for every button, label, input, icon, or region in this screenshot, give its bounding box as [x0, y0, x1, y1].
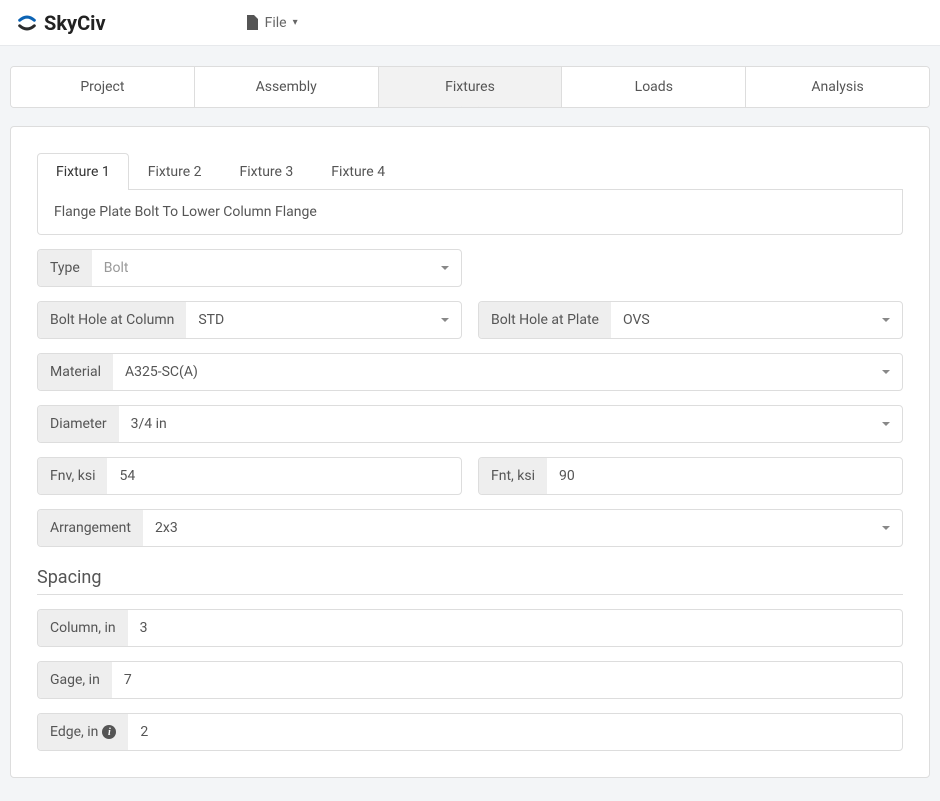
- spacing-column-input-wrap: [128, 610, 902, 646]
- diameter-value: 3/4 in: [131, 416, 167, 432]
- spacing-column-label: Column, in: [38, 610, 128, 646]
- material-value: A325-SC(A): [125, 364, 198, 380]
- brand-icon: [16, 12, 38, 34]
- fnv-input-wrap: [107, 458, 461, 494]
- tab-fixtures[interactable]: Fixtures: [379, 67, 563, 107]
- bolt-hole-plate-value: OVS: [623, 312, 650, 328]
- spacing-gage-input-wrap: [112, 662, 902, 698]
- main-tabs: Project Assembly Fixtures Loads Analysis: [10, 66, 930, 108]
- bolt-hole-plate-field: Bolt Hole at Plate OVS: [478, 301, 903, 339]
- fixture-description: Flange Plate Bolt To Lower Column Flange: [37, 190, 903, 235]
- tab-loads[interactable]: Loads: [562, 67, 746, 107]
- arrangement-field: Arrangement 2x3: [37, 509, 903, 547]
- chevron-down-icon: [882, 370, 890, 374]
- fnt-label: Fnt, ksi: [479, 458, 547, 494]
- bolt-hole-column-select[interactable]: STD: [186, 302, 461, 338]
- spacing-gage-label: Gage, in: [38, 662, 112, 698]
- chevron-down-icon: ▾: [293, 17, 298, 28]
- spacing-column-input[interactable]: [140, 610, 890, 646]
- fixture-card: Fixture 1 Fixture 2 Fixture 3 Fixture 4 …: [10, 126, 930, 778]
- spacing-gage-field: Gage, in: [37, 661, 903, 699]
- topbar: SkyCiv File ▾: [0, 0, 940, 46]
- diameter-select[interactable]: 3/4 in: [119, 406, 902, 442]
- material-field: Material A325-SC(A): [37, 353, 903, 391]
- bolt-hole-column-value: STD: [198, 312, 224, 328]
- fnv-field: Fnv, ksi: [37, 457, 462, 495]
- chevron-down-icon: [441, 266, 449, 270]
- fnt-field: Fnt, ksi: [478, 457, 903, 495]
- chevron-down-icon: [882, 526, 890, 530]
- bolt-hole-plate-select[interactable]: OVS: [611, 302, 902, 338]
- spacing-heading: Spacing: [37, 567, 903, 595]
- type-field: Type Bolt: [37, 249, 462, 287]
- tab-analysis[interactable]: Analysis: [746, 67, 929, 107]
- tab-project[interactable]: Project: [11, 67, 195, 107]
- file-menu[interactable]: File ▾: [246, 15, 298, 31]
- spacing-edge-input[interactable]: [140, 714, 890, 750]
- tab-assembly[interactable]: Assembly: [195, 67, 379, 107]
- bolt-hole-plate-label: Bolt Hole at Plate: [479, 302, 611, 338]
- tab-fixture-3[interactable]: Fixture 3: [221, 153, 313, 190]
- type-value: Bolt: [104, 260, 129, 276]
- chevron-down-icon: [441, 318, 449, 322]
- tab-fixture-4[interactable]: Fixture 4: [312, 153, 404, 190]
- spacing-edge-field: Edge, in i: [37, 713, 903, 751]
- type-label: Type: [38, 250, 92, 286]
- spacing-column-field: Column, in: [37, 609, 903, 647]
- chevron-down-icon: [882, 422, 890, 426]
- brand-text: SkyCiv: [44, 11, 106, 35]
- main-content: Project Assembly Fixtures Loads Analysis…: [0, 46, 940, 798]
- file-icon: [246, 15, 259, 30]
- arrangement-value: 2x3: [155, 520, 178, 536]
- fnv-input[interactable]: [119, 458, 449, 494]
- type-select[interactable]: Bolt: [92, 250, 461, 286]
- spacing-gage-input[interactable]: [124, 662, 890, 698]
- file-menu-label: File: [265, 15, 287, 31]
- fnt-input[interactable]: [559, 458, 890, 494]
- spacing-edge-input-wrap: [128, 714, 902, 750]
- brand-logo: SkyCiv: [16, 11, 106, 35]
- info-icon[interactable]: i: [102, 725, 116, 739]
- chevron-down-icon: [882, 318, 890, 322]
- diameter-field: Diameter 3/4 in: [37, 405, 903, 443]
- diameter-label: Diameter: [38, 406, 119, 442]
- spacing-edge-label: Edge, in i: [38, 714, 128, 750]
- fnv-label: Fnv, ksi: [38, 458, 107, 494]
- tab-fixture-2[interactable]: Fixture 2: [129, 153, 221, 190]
- arrangement-select[interactable]: 2x3: [143, 510, 902, 546]
- material-select[interactable]: A325-SC(A): [113, 354, 902, 390]
- bolt-hole-column-label: Bolt Hole at Column: [38, 302, 186, 338]
- bolt-hole-column-field: Bolt Hole at Column STD: [37, 301, 462, 339]
- fnt-input-wrap: [547, 458, 902, 494]
- arrangement-label: Arrangement: [38, 510, 143, 546]
- fixture-tabs: Fixture 1 Fixture 2 Fixture 3 Fixture 4: [37, 153, 903, 190]
- material-label: Material: [38, 354, 113, 390]
- tab-fixture-1[interactable]: Fixture 1: [37, 153, 129, 190]
